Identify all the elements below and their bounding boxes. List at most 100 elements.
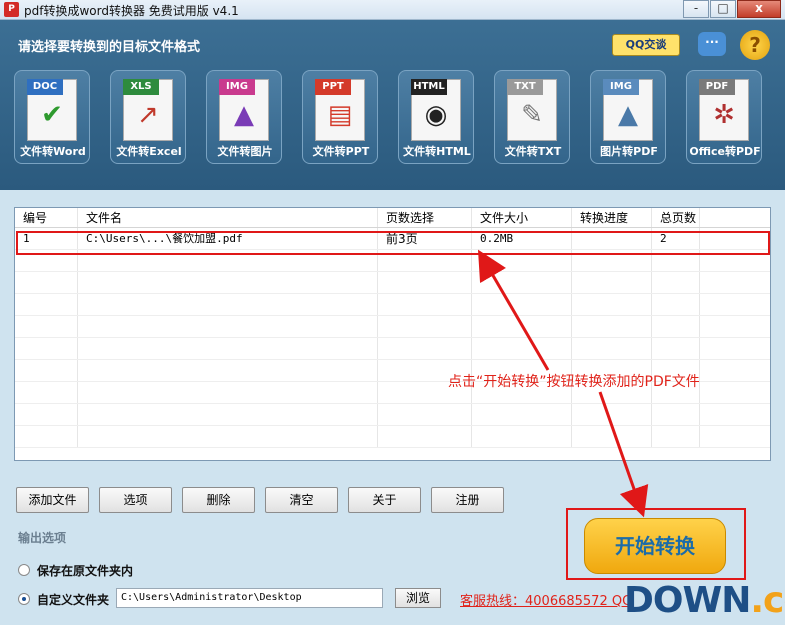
format-button-office-to-pdf[interactable]: PDF ✲ Office转PDF (686, 70, 762, 164)
format-glyph-icon: ↗ (137, 100, 159, 130)
options-button[interactable]: 选项 (99, 487, 172, 513)
table-row[interactable]: 1 C:\Users\...\餐饮加盟.pdf 前3页 0.2MB 2 (15, 228, 770, 250)
format-button-image[interactable]: IMG ▲ 文件转图片 (206, 70, 282, 164)
empty-cell (78, 404, 378, 425)
add-file-button[interactable]: 添加文件 (16, 487, 89, 513)
browse-button[interactable]: 浏览 (395, 588, 441, 608)
empty-cell (572, 338, 652, 359)
column-header-total-pages[interactable]: 总页数 (652, 208, 700, 227)
column-header-progress[interactable]: 转换进度 (572, 208, 652, 227)
minimize-button[interactable]: - (683, 0, 709, 18)
file-table[interactable]: 编号 文件名 页数选择 文件大小 转换进度 总页数 1 C:\Users\...… (14, 207, 771, 461)
option-save-original-label: 保存在原文件夹内 (37, 564, 134, 578)
row-file-size: 0.2MB (472, 228, 572, 249)
empty-cell (78, 338, 378, 359)
empty-cell (472, 404, 572, 425)
watermark-main: DOWN (624, 580, 751, 621)
format-glyph-icon: ✲ (713, 100, 735, 130)
output-path-input[interactable]: C:\Users\Administrator\Desktop (116, 588, 383, 608)
empty-cell (700, 360, 770, 381)
empty-cell (78, 316, 378, 337)
empty-cell (572, 404, 652, 425)
empty-rows (15, 250, 770, 448)
empty-cell (15, 250, 78, 271)
start-convert-button[interactable]: 开始转换 (584, 518, 726, 574)
output-options-label: 输出选项 (18, 531, 67, 545)
empty-table-row (15, 294, 770, 316)
column-header-filename[interactable]: 文件名 (78, 208, 378, 227)
empty-cell (78, 382, 378, 403)
row-progress (572, 228, 652, 249)
format-button-html[interactable]: HTML ◉ 文件转HTML (398, 70, 474, 164)
empty-table-row (15, 338, 770, 360)
empty-cell (652, 272, 700, 293)
empty-cell (652, 294, 700, 315)
empty-cell (15, 316, 78, 337)
empty-cell (700, 338, 770, 359)
empty-cell (572, 316, 652, 337)
column-header-file-size[interactable]: 文件大小 (472, 208, 572, 227)
watermark-suffix: .cc (750, 580, 785, 621)
empty-table-row (15, 272, 770, 294)
action-button-row: 添加文件 选项 删除 清空 关于 注册 (16, 487, 514, 513)
empty-cell (78, 360, 378, 381)
format-label: 文件转HTML (403, 145, 471, 158)
column-header-number[interactable]: 编号 (15, 208, 78, 227)
row-number: 1 (15, 228, 78, 249)
empty-cell (378, 404, 472, 425)
option-custom-folder-label: 自定义文件夹 (37, 593, 110, 607)
instruction-annotation: 点击“开始转换”按钮转换添加的PDF文件 (448, 374, 700, 390)
format-tag: XLS (123, 79, 159, 95)
format-button-excel[interactable]: XLS ↗ 文件转Excel (110, 70, 186, 164)
empty-cell (652, 250, 700, 271)
format-glyph-icon: ◉ (424, 100, 448, 130)
maximize-button[interactable]: □ (710, 0, 736, 18)
format-tag: IMG (219, 79, 255, 95)
empty-cell (378, 338, 472, 359)
delete-button[interactable]: 删除 (182, 487, 255, 513)
radio-custom-folder[interactable] (18, 593, 30, 605)
empty-cell (652, 404, 700, 425)
chat-bubble-icon[interactable]: ··· (698, 32, 726, 56)
format-button-word[interactable]: DOC ✔ 文件转Word (14, 70, 90, 164)
column-header-page-selection[interactable]: 页数选择 (378, 208, 472, 227)
format-button-image-to-pdf[interactable]: IMG ▲ 图片转PDF (590, 70, 666, 164)
format-label: 文件转图片 (217, 145, 273, 158)
window-controls: - □ x (682, 0, 781, 18)
register-button[interactable]: 注册 (431, 487, 504, 513)
column-header-spacer (700, 208, 770, 227)
close-button[interactable]: x (737, 0, 781, 18)
format-button-ppt[interactable]: PPT ▤ 文件转PPT (302, 70, 378, 164)
qq-chat-button[interactable]: QQ交谈 (612, 34, 680, 56)
empty-cell (378, 426, 472, 447)
format-label: 文件转Word (20, 145, 86, 158)
empty-table-row (15, 316, 770, 338)
radio-save-original[interactable] (18, 564, 30, 576)
empty-cell (472, 294, 572, 315)
row-page-selection[interactable]: 前3页 (378, 228, 472, 249)
clear-button[interactable]: 清空 (265, 487, 338, 513)
format-label: 文件转TXT (504, 145, 562, 158)
empty-cell (15, 338, 78, 359)
help-icon[interactable]: ? (740, 30, 770, 60)
empty-cell (15, 404, 78, 425)
table-header: 编号 文件名 页数选择 文件大小 转换进度 总页数 (15, 208, 770, 228)
empty-cell (700, 294, 770, 315)
format-label: 文件转Excel (116, 145, 182, 158)
about-button[interactable]: 关于 (348, 487, 421, 513)
format-tag: DOC (27, 79, 63, 95)
window-title: pdf转换成word转换器 免费试用版 v4.1 (24, 4, 239, 18)
empty-cell (378, 316, 472, 337)
format-button-txt[interactable]: TXT ✎ 文件转TXT (494, 70, 570, 164)
format-glyph-icon: ▲ (618, 100, 638, 130)
empty-cell (472, 426, 572, 447)
empty-cell (700, 426, 770, 447)
empty-cell (78, 426, 378, 447)
empty-cell (700, 272, 770, 293)
format-glyph-icon: ▲ (234, 100, 254, 130)
format-tag: HTML (411, 79, 447, 95)
empty-cell (472, 272, 572, 293)
format-tag: PPT (315, 79, 351, 95)
hotline-link[interactable]: 客服热线：4006685572 QQ (460, 590, 632, 609)
empty-cell (472, 250, 572, 271)
